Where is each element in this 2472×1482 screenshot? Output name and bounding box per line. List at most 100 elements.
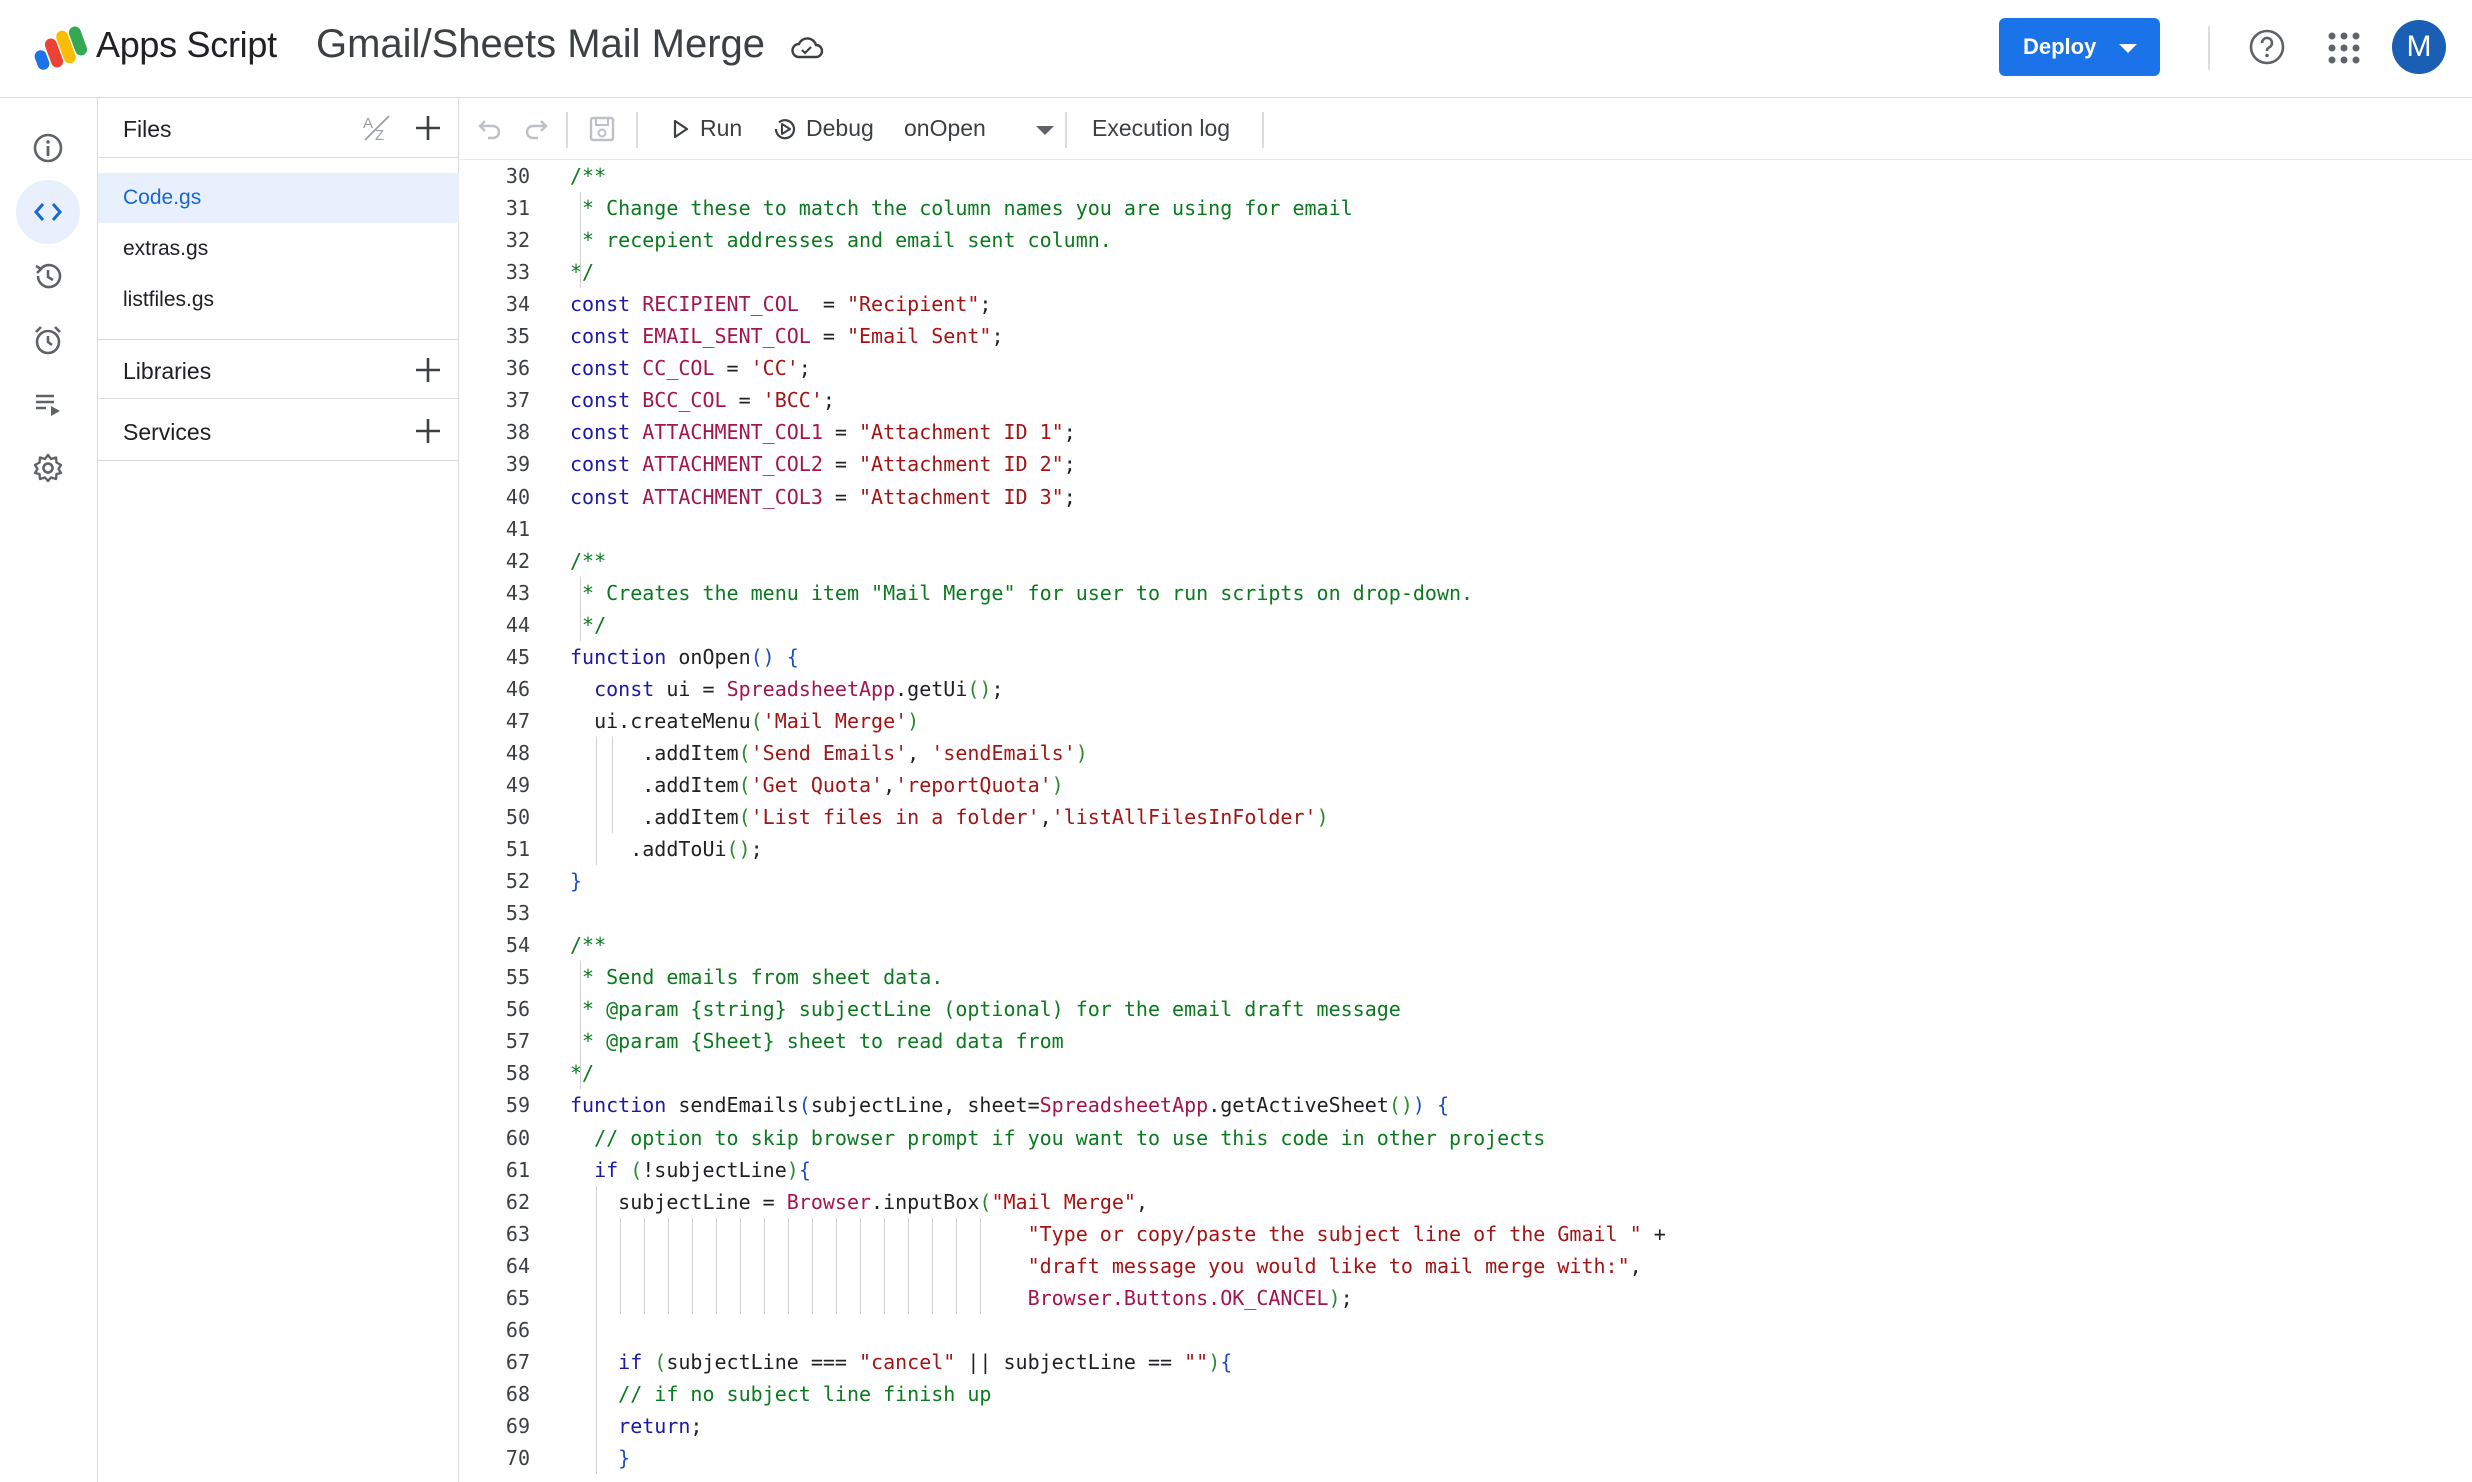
code-token: () <box>1388 1093 1413 1118</box>
code-line[interactable]: 55 * Send emails from sheet data. <box>460 961 2472 993</box>
code-text: if (!subjectLine){ <box>570 1158 811 1182</box>
files-title: Files <box>123 116 172 142</box>
code-token: , <box>907 740 932 765</box>
run-button[interactable]: Run <box>672 98 756 160</box>
line-number: 69 <box>505 1413 530 1438</box>
code-token: ATTACHMENT_COL2 <box>642 452 823 477</box>
code-line[interactable]: 35 const EMAIL_SENT_COL = "Email Sent"; <box>460 320 2472 352</box>
code-line[interactable]: 67 if (subjectLine === "cancel" || subje… <box>460 1346 2472 1378</box>
code-line[interactable]: 49 .addItem('Get Quota','reportQuota') <box>460 769 2472 801</box>
code-line[interactable]: 38 const ATTACHMENT_COL1 = "Attachment ID… <box>460 416 2472 448</box>
code-line[interactable]: 60 // option to skip browser prompt if y… <box>460 1122 2472 1154</box>
code-line[interactable]: 66 <box>460 1314 2472 1346</box>
code-line[interactable]: 57 * @param {Sheet} sheet to read data f… <box>460 1025 2472 1057</box>
debug-button[interactable]: Debug <box>772 98 884 160</box>
code-text: .addToUi(); <box>570 837 762 861</box>
rail-editor[interactable] <box>16 180 80 244</box>
code-line[interactable]: 69 return; <box>460 1410 2472 1442</box>
code-line[interactable]: 36 const CC_COL = 'CC'; <box>460 352 2472 384</box>
code-line[interactable]: 39 const ATTACHMENT_COL2 = "Attachment ID… <box>460 448 2472 480</box>
code-token: ; <box>822 388 835 413</box>
code-text: Browser.Buttons.OK_CANCEL); <box>570 1286 1353 1310</box>
add-service-icon[interactable] <box>413 416 443 446</box>
code-line[interactable]: 37 const BCC_COL = 'BCC'; <box>460 384 2472 416</box>
execution-log-button[interactable]: Execution log <box>1092 98 1252 160</box>
rail-triggers[interactable] <box>16 308 80 372</box>
code-token: "draft message you would like to mail me… <box>1027 1253 1630 1278</box>
code-line[interactable]: 58 */ <box>460 1057 2472 1089</box>
indent-guide <box>580 192 581 289</box>
sort-az-icon[interactable]: A Z <box>361 112 395 144</box>
code-text: * Send emails from sheet data. <box>570 965 943 989</box>
file-name: extras.gs <box>123 237 209 260</box>
code-editor[interactable]: 30 /** 31 * Change these to match the colu… <box>460 160 2472 1482</box>
code-line[interactable]: 45 function onOpen() { <box>460 641 2472 673</box>
file-item-code-gs[interactable]: Code.gs <box>98 173 459 223</box>
project-title[interactable]: Gmail/Sheets Mail Merge <box>316 22 765 67</box>
code-token: ui = <box>666 676 727 701</box>
code-line[interactable]: 44 */ <box>460 609 2472 641</box>
code-line[interactable]: 61 if (!subjectLine){ <box>460 1154 2472 1186</box>
code-line[interactable]: 62 subjectLine = Browser.inputBox("Mail … <box>460 1186 2472 1218</box>
code-line[interactable]: 40 const ATTACHMENT_COL3 = "Attachment ID… <box>460 481 2472 513</box>
add-file-icon[interactable] <box>413 113 443 143</box>
rail-project-settings[interactable] <box>16 436 80 500</box>
code-line[interactable]: 70 } <box>460 1442 2472 1474</box>
code-line[interactable]: 42 /** <box>460 545 2472 577</box>
code-line[interactable]: 48 .addItem('Send Emails', 'sendEmails') <box>460 737 2472 769</box>
code-line[interactable]: 59 function sendEmails(subjectLine, sheet… <box>460 1089 2472 1121</box>
services-title: Services <box>123 419 212 445</box>
code-token: "Mail Merge" <box>991 1189 1136 1214</box>
undo-icon[interactable] <box>476 115 504 143</box>
code-line[interactable]: 65 Browser.Buttons.OK_CANCEL); <box>460 1282 2472 1314</box>
code-line[interactable]: 54 /** <box>460 929 2472 961</box>
code-line[interactable]: 53 <box>460 897 2472 929</box>
caret-down-icon[interactable] <box>2119 44 2137 53</box>
indent-guide <box>836 1217 837 1314</box>
code-line[interactable]: 50 .addItem('List files in a folder','li… <box>460 801 2472 833</box>
code-text: return; <box>570 1414 702 1438</box>
code-line[interactable]: 31 * Change these to match the column na… <box>460 192 2472 224</box>
code-line[interactable]: 46 const ui = SpreadsheetApp.getUi(); <box>460 673 2472 705</box>
file-item-extras-gs[interactable]: extras.gs <box>98 224 459 274</box>
code-token: } <box>618 1446 631 1470</box>
code-text: "Type or copy/paste the subject line of … <box>570 1222 1666 1246</box>
deploy-button[interactable]: Deploy <box>1999 18 2160 76</box>
indent-guide <box>612 736 613 834</box>
code-line[interactable]: 32 * recepient addresses and email sent … <box>460 224 2472 256</box>
code-line[interactable]: 30 /** <box>460 160 2472 192</box>
code-token: 'Send Emails' <box>750 740 908 765</box>
code-line[interactable]: 52} <box>460 865 2472 897</box>
code-text: const EMAIL_SENT_COL = "Email Sent"; <box>570 324 1004 348</box>
rail-executions[interactable] <box>16 244 80 308</box>
code-line[interactable]: 41 <box>460 513 2472 545</box>
code-token: */ <box>570 1061 595 1086</box>
code-line[interactable]: 34 const RECIPIENT_COL = "Recipient"; <box>460 288 2472 320</box>
code-line[interactable]: 63 "Type or copy/paste the subject line … <box>460 1218 2472 1250</box>
rail-executions-log[interactable] <box>16 372 80 436</box>
caret-down-icon[interactable] <box>1036 126 1054 135</box>
rail-overview[interactable] <box>16 116 80 180</box>
code-token: * recepient addresses and email sent col… <box>570 228 1112 253</box>
code-line[interactable]: 64 "draft message you would like to mail… <box>460 1250 2472 1282</box>
code-line[interactable]: 33 */ <box>460 256 2472 288</box>
account-avatar[interactable]: M <box>2392 20 2446 74</box>
code-token: ATTACHMENT_COL3 <box>642 484 823 509</box>
code-line[interactable]: 51 .addToUi(); <box>460 833 2472 865</box>
code-line[interactable]: 47 ui.createMenu('Mail Merge') <box>460 705 2472 737</box>
google-apps-icon[interactable] <box>2326 30 2362 66</box>
code-token: BCC_COL <box>642 388 727 413</box>
add-library-icon[interactable] <box>413 355 443 385</box>
code-line[interactable]: 56 * @param {string} subjectLine (option… <box>460 993 2472 1025</box>
apps-script-logo[interactable] <box>34 24 88 72</box>
help-icon[interactable] <box>2248 28 2286 66</box>
code-line[interactable]: 68 // if no subject line finish up <box>460 1378 2472 1410</box>
code-token: const <box>594 676 667 701</box>
file-item-listfiles-gs[interactable]: listfiles.gs <box>98 275 459 325</box>
save-icon[interactable] <box>588 115 616 143</box>
code-line[interactable]: 43 * Creates the menu item "Mail Merge" … <box>460 577 2472 609</box>
redo-icon[interactable] <box>522 115 550 143</box>
code-token: ATTACHMENT_COL1 <box>642 420 823 445</box>
code-token: * Send emails from sheet data. <box>570 965 944 990</box>
